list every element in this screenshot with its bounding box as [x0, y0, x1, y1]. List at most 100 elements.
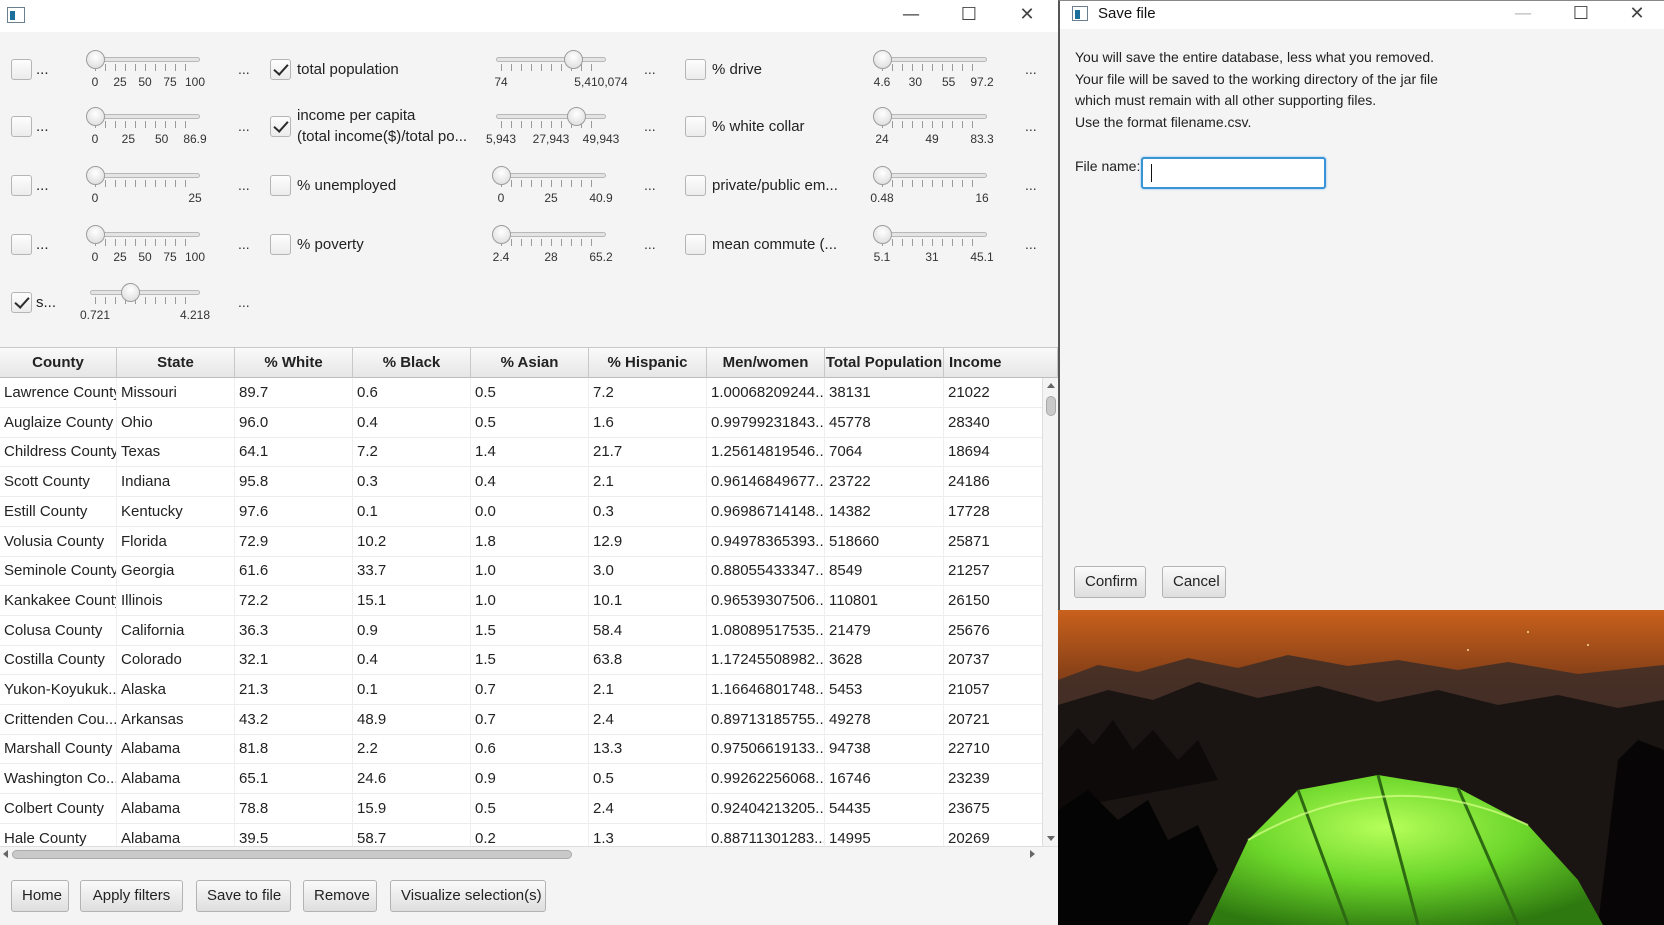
filter-checkbox[interactable]	[11, 116, 32, 137]
filter-range-slider[interactable]: 0 25 50 75 100	[85, 223, 205, 273]
close-icon[interactable]: ✕	[1004, 0, 1050, 32]
filter-options-button[interactable]: ...	[1025, 236, 1037, 252]
filter-range-slider[interactable]: 0 25 40.9	[491, 164, 613, 214]
table-row[interactable]: Lawrence County Missouri 89.7 0.6 0.5 7.2 1.00…	[0, 378, 1042, 408]
vertical-scroll-thumb[interactable]	[1046, 396, 1056, 416]
filter-range-slider[interactable]: 0 25 50 75 100	[85, 48, 205, 98]
table-row[interactable]: Hale County Alabama 39.5 58.7 0.2 1.3 0.887113…	[0, 823, 1042, 846]
filter-options-button[interactable]: ...	[238, 61, 250, 77]
filter-range-slider[interactable]: 0 25	[85, 164, 205, 214]
table-row[interactable]: Seminole County Georgia 61.6 33.7 1.0 3.0 0.88…	[0, 556, 1042, 587]
file-name-input[interactable]	[1141, 157, 1326, 189]
slider-track[interactable]	[496, 232, 606, 237]
slider-track[interactable]	[877, 173, 987, 178]
filter-options-button[interactable]: ...	[644, 118, 656, 134]
slider-track[interactable]	[90, 290, 200, 295]
slider-thumb[interactable]	[873, 50, 892, 69]
scroll-left-icon[interactable]	[3, 850, 8, 858]
home-button[interactable]: Home	[11, 880, 69, 912]
filter-checkbox[interactable]	[270, 59, 291, 80]
apply-filters-button[interactable]: Apply filters	[80, 880, 183, 912]
visualize-selections-button[interactable]: Visualize selection(s)	[390, 880, 546, 912]
filter-checkbox[interactable]	[11, 59, 32, 80]
column-header[interactable]: State	[117, 348, 235, 378]
filter-options-button[interactable]: ...	[1025, 177, 1037, 193]
dialog-maximize-icon[interactable]: ☐	[1558, 1, 1604, 29]
slider-thumb[interactable]	[86, 225, 105, 244]
horizontal-scroll-thumb[interactable]	[12, 850, 572, 859]
column-header[interactable]: % White	[235, 348, 353, 378]
filter-options-button[interactable]: ...	[644, 236, 656, 252]
filter-checkbox[interactable]	[685, 59, 706, 80]
vertical-scrollbar[interactable]	[1042, 378, 1058, 846]
horizontal-scrollbar[interactable]	[0, 846, 1058, 860]
slider-track[interactable]	[877, 114, 987, 119]
filter-options-button[interactable]: ...	[1025, 118, 1037, 134]
cancel-button[interactable]: Cancel	[1162, 566, 1226, 598]
dialog-close-icon[interactable]: ✕	[1614, 1, 1660, 29]
filter-checkbox[interactable]	[270, 116, 291, 137]
slider-track[interactable]	[90, 114, 200, 119]
slider-thumb[interactable]	[873, 107, 892, 126]
slider-track[interactable]	[877, 232, 987, 237]
remove-button[interactable]: Remove	[303, 880, 377, 912]
scroll-down-icon[interactable]	[1047, 836, 1055, 841]
filter-range-slider[interactable]: 2.4 28 65.2	[491, 223, 613, 273]
slider-track[interactable]	[496, 57, 606, 62]
table-row[interactable]: Costilla County Colorado 32.1 0.4 1.5 63.8 1.1…	[0, 645, 1042, 676]
slider-thumb[interactable]	[567, 107, 586, 126]
slider-thumb[interactable]	[492, 225, 511, 244]
table-row[interactable]: Auglaize County Ohio 96.0 0.4 0.5 1.6 0.997992…	[0, 407, 1042, 438]
table-row[interactable]: Colbert County Alabama 78.8 15.9 0.5 2.4 0.924…	[0, 793, 1042, 824]
table-row[interactable]: Washington Co... Alabama 65.1 24.6 0.9 0.5 0.9…	[0, 764, 1042, 795]
table-row[interactable]: Volusia County Florida 72.9 10.2 1.8 12.9 0.94…	[0, 526, 1042, 557]
filter-options-button[interactable]: ...	[644, 177, 656, 193]
slider-thumb[interactable]	[86, 50, 105, 69]
filter-range-slider[interactable]: 4.6 30 55 97.2	[872, 48, 994, 98]
slider-thumb[interactable]	[86, 107, 105, 126]
filter-checkbox[interactable]	[685, 116, 706, 137]
scroll-up-icon[interactable]	[1047, 383, 1055, 388]
table-row[interactable]: Crittenden Cou... Arkansas 43.2 48.9 0.7 2.4 0…	[0, 704, 1042, 735]
dialog-minimize-icon[interactable]: —	[1500, 1, 1546, 29]
filter-checkbox[interactable]	[270, 175, 291, 196]
slider-thumb[interactable]	[564, 50, 583, 69]
column-header[interactable]: County	[0, 348, 117, 378]
filter-checkbox[interactable]	[685, 175, 706, 196]
slider-track[interactable]	[496, 114, 606, 119]
slider-track[interactable]	[90, 232, 200, 237]
filter-checkbox[interactable]	[11, 292, 32, 313]
table-row[interactable]: Yukon-Koyukuk... Alaska 21.3 0.1 0.7 2.1 1.166…	[0, 675, 1042, 705]
slider-thumb[interactable]	[86, 166, 105, 185]
confirm-button[interactable]: Confirm	[1074, 566, 1146, 598]
save-to-file-button[interactable]: Save to file	[196, 880, 291, 912]
table-row[interactable]: Childress County Texas 64.1 7.2 1.4 21.7 1.256…	[0, 437, 1042, 468]
filter-range-slider[interactable]: 74 5,410,074	[491, 48, 628, 98]
filter-options-button[interactable]: ...	[238, 118, 250, 134]
filter-options-button[interactable]: ...	[238, 177, 250, 193]
filter-range-slider[interactable]: 0 25 50 86.9	[85, 105, 207, 155]
slider-thumb[interactable]	[873, 225, 892, 244]
filter-range-slider[interactable]: 5.1 31 45.1	[872, 223, 994, 273]
table-body[interactable]: Lawrence County Missouri 89.7 0.6 0.5 7.2 1.00…	[0, 378, 1042, 846]
filter-options-button[interactable]: ...	[1025, 61, 1037, 77]
column-header[interactable]: % Hispanic	[589, 348, 707, 378]
slider-track[interactable]	[90, 173, 200, 178]
filter-options-button[interactable]: ...	[644, 61, 656, 77]
slider-track[interactable]	[496, 173, 606, 178]
minimize-icon[interactable]: —	[888, 0, 934, 32]
filter-checkbox[interactable]	[685, 234, 706, 255]
slider-thumb[interactable]	[492, 166, 511, 185]
table-row[interactable]: Estill County Kentucky 97.6 0.1 0.0 0.3 0.9698…	[0, 496, 1042, 527]
filter-range-slider[interactable]: 5,943 27,943 49,943	[486, 105, 619, 155]
slider-thumb[interactable]	[121, 283, 140, 302]
column-header[interactable]: % Black	[353, 348, 471, 378]
column-header[interactable]: Men/women	[707, 348, 825, 378]
slider-track[interactable]	[877, 57, 987, 62]
filter-checkbox[interactable]	[11, 234, 32, 255]
column-header[interactable]: Total Population	[825, 348, 944, 378]
table-row[interactable]: Kankakee County Illinois 72.2 15.1 1.0 10.1 0.…	[0, 585, 1042, 616]
filter-options-button[interactable]: ...	[238, 236, 250, 252]
filter-options-button[interactable]: ...	[238, 294, 250, 310]
slider-track[interactable]	[90, 57, 200, 62]
